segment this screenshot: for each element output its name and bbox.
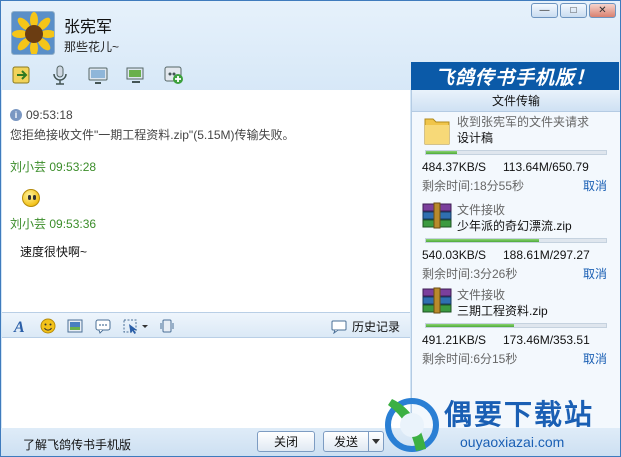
- window-controls: — □ ✕: [531, 3, 616, 18]
- transfer-speed: 540.03KB/S: [422, 248, 487, 262]
- watermark-text: 偶要下载站: [444, 399, 595, 430]
- history-label: 历史记录: [351, 320, 400, 334]
- transfer-remaining: 剩余时间:6分15秒: [422, 352, 518, 366]
- file-transfer-icon[interactable]: [9, 63, 35, 87]
- title-bar: 张宪军 那些花儿~ — □ ✕: [1, 1, 620, 59]
- smiley-emoticon-icon: [22, 189, 40, 207]
- chat-window: 张宪军 那些花儿~ — □ ✕ 飞鸽传书手机版！ i 09:53:18 您拒绝接: [0, 0, 621, 457]
- minimize-button[interactable]: —: [531, 3, 558, 18]
- sender-name: 刘小芸: [10, 160, 47, 174]
- apps-icon[interactable]: [161, 63, 187, 87]
- bubble-icon[interactable]: [94, 317, 112, 335]
- transfer-remaining: 剩余时间:3分26秒: [422, 267, 518, 281]
- send-button[interactable]: 发送: [323, 431, 369, 452]
- file-transfer-panel: 文件传输 收到张宪军的文件夹请求 设计稿 484.37KB/S 113.64M/…: [411, 90, 620, 428]
- svg-text:A: A: [13, 319, 25, 334]
- transfer-title: 收到张宪军的文件夹请求: [457, 115, 590, 129]
- learn-mobile-link[interactable]: 了解飞鸽传书手机版: [23, 436, 131, 453]
- message-text: 速度很快啊~: [20, 245, 88, 259]
- transfer-title: 文件接收: [457, 203, 506, 217]
- video-icon[interactable]: [85, 63, 111, 87]
- message-header: 刘小芸 09:53:36: [10, 215, 96, 232]
- transfer-title: 文件接收: [457, 288, 506, 302]
- screenshot-icon[interactable]: [123, 317, 149, 335]
- watermark-logo-icon: [385, 398, 439, 452]
- message-input[interactable]: [2, 338, 410, 428]
- close-window-button[interactable]: ✕: [589, 3, 616, 18]
- watermark: 偶要下载站 ouyaoxiazai.com: [374, 389, 620, 456]
- transfer-progress-bar: [425, 150, 607, 155]
- toolbar: [9, 63, 187, 87]
- message-area: i 09:53:18 您拒绝接收文件"一期工程资料.zip"(5.15M)传输失…: [2, 90, 410, 312]
- folder-icon: [421, 113, 453, 145]
- archive-icon: [421, 201, 453, 233]
- close-button[interactable]: 关闭: [257, 431, 315, 452]
- transfer-file-name: 少年派的奇幻漂流.zip: [457, 219, 572, 233]
- transfer-size: 173.46M/353.51: [503, 333, 590, 347]
- progress-fill: [426, 324, 515, 327]
- transfer-speed: 491.21KB/S: [422, 333, 487, 347]
- progress-fill: [426, 151, 457, 154]
- transfer-size: 188.61M/297.27: [503, 248, 590, 262]
- cancel-link[interactable]: 取消: [583, 265, 607, 282]
- cancel-link[interactable]: 取消: [583, 350, 607, 367]
- system-notice: i 09:53:18: [10, 108, 73, 122]
- system-time: 09:53:18: [26, 108, 73, 122]
- system-message: 您拒绝接收文件"一期工程资料.zip"(5.15M)传输失败。: [10, 128, 295, 142]
- file-panel-title: 文件传输: [412, 90, 620, 112]
- message-time: 09:53:36: [49, 217, 97, 231]
- transfer-size: 113.64M/650.79: [503, 160, 589, 174]
- history-button[interactable]: 历史记录: [331, 318, 400, 335]
- mobile-promo-banner[interactable]: 飞鸽传书手机版！: [411, 62, 619, 90]
- transfer-file-name: 设计稿: [457, 131, 494, 145]
- transfer-progress-bar: [425, 323, 607, 328]
- contact-signature: 那些花儿~: [64, 40, 120, 54]
- cancel-link[interactable]: 取消: [583, 177, 607, 194]
- remote-desktop-icon[interactable]: [123, 63, 149, 87]
- transfer-remaining: 剩余时间:18分55秒: [422, 179, 525, 193]
- archive-icon: [421, 286, 453, 318]
- font-icon[interactable]: A: [12, 317, 30, 335]
- transfer-progress-bar: [425, 238, 607, 243]
- shake-icon[interactable]: [158, 317, 176, 335]
- progress-fill: [426, 239, 540, 242]
- maximize-button[interactable]: □: [560, 3, 587, 18]
- contact-name: 张宪军: [64, 19, 113, 36]
- info-icon: i: [10, 109, 22, 121]
- format-toolbar: A 历史记录: [2, 312, 410, 338]
- history-icon: [331, 320, 347, 334]
- transfer-speed: 484.37KB/S: [422, 160, 487, 174]
- message-header: 刘小芸 09:53:28: [10, 158, 96, 175]
- message-time: 09:53:28: [49, 160, 97, 174]
- watermark-url: ouyaoxiazai.com: [460, 434, 565, 450]
- sender-name: 刘小芸: [10, 217, 47, 231]
- voice-icon[interactable]: [47, 63, 73, 87]
- transfer-file-name: 三期工程资料.zip: [457, 304, 548, 318]
- emoticon-icon[interactable]: [39, 317, 57, 335]
- avatar[interactable]: [11, 11, 55, 55]
- image-icon[interactable]: [66, 317, 84, 335]
